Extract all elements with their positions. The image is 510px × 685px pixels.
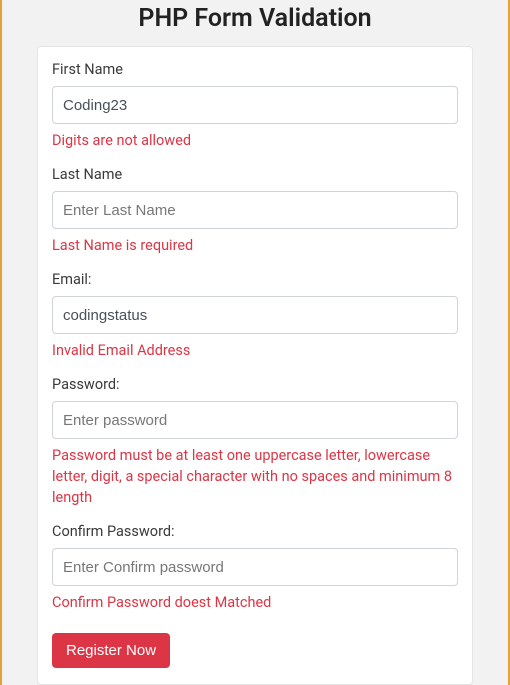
first-name-error: Digits are not allowed: [52, 130, 458, 151]
first-name-input[interactable]: [52, 86, 458, 124]
password-error: Password must be at least one uppercase …: [52, 445, 458, 508]
password-input[interactable]: [52, 401, 458, 439]
last-name-input[interactable]: [52, 191, 458, 229]
last-name-label: Last Name: [52, 166, 458, 183]
form-body: First Name Digits are not allowed Last N…: [38, 47, 472, 684]
confirm-password-group: Confirm Password: Confirm Password doest…: [52, 523, 458, 613]
first-name-group: First Name Digits are not allowed: [52, 61, 458, 151]
password-group: Password: Password must be at least one …: [52, 376, 458, 508]
confirm-password-label: Confirm Password:: [52, 523, 458, 540]
page-wrap: PHP Form Validation First Name Digits ar…: [0, 0, 510, 685]
form-card: First Name Digits are not allowed Last N…: [37, 46, 473, 685]
last-name-error: Last Name is required: [52, 235, 458, 256]
email-input[interactable]: [52, 296, 458, 334]
last-name-group: Last Name Last Name is required: [52, 166, 458, 256]
password-label: Password:: [52, 376, 458, 393]
first-name-label: First Name: [52, 61, 458, 78]
register-button[interactable]: Register Now: [52, 633, 170, 668]
email-error: Invalid Email Address: [52, 340, 458, 361]
page-title: PHP Form Validation: [20, 0, 490, 46]
confirm-password-error: Confirm Password doest Matched: [52, 592, 458, 613]
email-group: Email: Invalid Email Address: [52, 271, 458, 361]
email-label: Email:: [52, 271, 458, 288]
confirm-password-input[interactable]: [52, 548, 458, 586]
